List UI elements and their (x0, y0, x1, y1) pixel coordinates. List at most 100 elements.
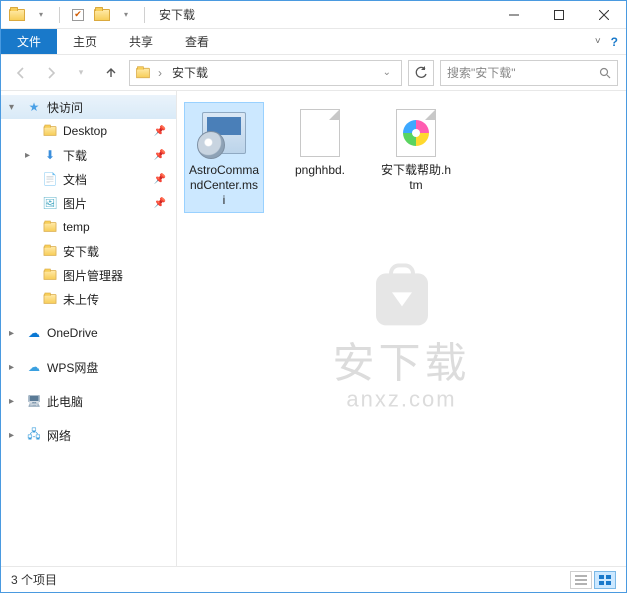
sidebar-item-label: 未上传 (63, 291, 176, 308)
network-icon: 🖧 (25, 426, 43, 444)
document-icon: 📄 (41, 170, 59, 188)
ribbon-tabs: 文件 主页 共享 查看 ˅ ? (1, 29, 626, 55)
up-button[interactable] (99, 61, 123, 85)
folder-icon (41, 290, 59, 308)
file-icon (294, 107, 346, 159)
sidebar-item-label: 文档 (63, 171, 150, 188)
body: ▾ ★ 快访问 Desktop 📌 ▸ ⬇ 下载 📌 📄 文档 📌 (1, 91, 626, 566)
sidebar-item-downloads[interactable]: ▸ ⬇ 下载 📌 (1, 143, 176, 167)
search-icon (599, 67, 611, 79)
sidebar-item-notuploaded[interactable]: 未上传 (1, 287, 176, 311)
status-item-count: 3 个项目 (11, 571, 57, 588)
status-bar: 3 个项目 (1, 566, 626, 592)
file-list[interactable]: 安下载 anxz.com AstroCommandCenter.msi pngh… (177, 91, 626, 566)
sidebar-item-wps[interactable]: ▸ ☁ WPS网盘 (1, 355, 176, 379)
pin-icon: 📌 (154, 174, 176, 185)
properties-checkbox-icon[interactable]: ✔ (68, 5, 88, 25)
navigation-pane[interactable]: ▾ ★ 快访问 Desktop 📌 ▸ ⬇ 下载 📌 📄 文档 📌 (1, 91, 177, 566)
sidebar-item-desktop[interactable]: Desktop 📌 (1, 119, 176, 143)
watermark: 安下载 anxz.com (332, 273, 470, 412)
icons-view-button[interactable] (594, 571, 616, 589)
separator (144, 7, 145, 23)
file-name: AstroCommandCenter.msi (189, 163, 259, 208)
maximize-button[interactable] (536, 1, 581, 29)
title-bar: ▾ ✔ ▾ 安下载 (1, 1, 626, 29)
address-bar[interactable]: › 安下载 ⌄ (129, 60, 402, 86)
sidebar-item-temp[interactable]: temp (1, 215, 176, 239)
recent-dropdown-icon[interactable]: ▾ (69, 61, 93, 85)
breadcrumb[interactable]: 安下载 (168, 64, 212, 81)
pin-icon: 📌 (154, 198, 176, 209)
sidebar-item-documents[interactable]: 📄 文档 📌 (1, 167, 176, 191)
back-button[interactable] (9, 61, 33, 85)
navigation-bar: ▾ › 安下载 ⌄ 搜索"安下载" (1, 55, 626, 91)
folder-icon (41, 218, 59, 236)
separator (59, 7, 60, 23)
msi-icon (198, 107, 250, 159)
star-icon: ★ (25, 98, 43, 116)
tab-share[interactable]: 共享 (113, 29, 169, 54)
search-placeholder: 搜索"安下载" (447, 64, 516, 81)
expand-ribbon-icon[interactable]: ˅ (595, 36, 601, 47)
chevron-right-icon[interactable]: ▸ (9, 328, 21, 339)
folder-icon (92, 5, 112, 25)
pin-icon: 📌 (154, 126, 176, 137)
chevron-right-icon[interactable]: ▸ (9, 362, 21, 373)
view-switcher (570, 571, 616, 589)
watermark-text: 安下载 (332, 329, 470, 390)
file-item[interactable]: AstroCommandCenter.msi (185, 103, 263, 212)
close-button[interactable] (581, 1, 626, 29)
computer-icon: 🖥 (25, 392, 43, 410)
explorer-window: ▾ ✔ ▾ 安下载 文件 主页 共享 查看 ˅ ? (0, 0, 627, 593)
window-title: 安下载 (159, 6, 195, 23)
pin-icon: 📌 (154, 150, 176, 161)
search-input[interactable]: 搜索"安下载" (440, 60, 618, 86)
minimize-button[interactable] (491, 1, 536, 29)
breadcrumb-chevron-icon[interactable]: › (158, 66, 162, 80)
refresh-button[interactable] (408, 60, 434, 86)
sidebar-item-picmanager[interactable]: 图片管理器 (1, 263, 176, 287)
sidebar-item-network[interactable]: ▸ 🖧 网络 (1, 423, 176, 447)
file-item[interactable]: 安下载帮助.htm (377, 103, 455, 197)
sidebar-item-pictures[interactable]: 🖼 图片 📌 (1, 191, 176, 215)
sidebar-item-label: 图片 (63, 195, 150, 212)
chevron-right-icon[interactable]: ▸ (9, 430, 21, 441)
chevron-right-icon[interactable]: ▸ (9, 396, 21, 407)
file-name: pnghhbd. (295, 163, 345, 178)
download-icon: ⬇ (41, 146, 59, 164)
folder-icon (41, 266, 59, 284)
details-view-button[interactable] (570, 571, 592, 589)
help-icon[interactable]: ? (611, 35, 618, 49)
folder-icon (7, 5, 27, 25)
sidebar-item-label: WPS网盘 (47, 359, 176, 376)
sidebar-item-anxiazai[interactable]: 安下载 (1, 239, 176, 263)
folder-icon (134, 64, 152, 82)
qat-more-icon[interactable]: ▾ (116, 5, 136, 25)
sidebar-item-label: 快访问 (47, 99, 176, 116)
sidebar-quick-access[interactable]: ▾ ★ 快访问 (1, 95, 176, 119)
forward-button[interactable] (39, 61, 63, 85)
file-item[interactable]: pnghhbd. (281, 103, 359, 182)
sidebar-item-label: 网络 (47, 427, 176, 444)
folder-icon (41, 242, 59, 260)
sidebar-item-onedrive[interactable]: ▸ ☁ OneDrive (1, 321, 176, 345)
tab-home[interactable]: 主页 (57, 29, 113, 54)
tab-file[interactable]: 文件 (1, 29, 57, 54)
sidebar-item-label: 安下载 (63, 243, 176, 260)
sidebar-item-label: 下载 (63, 147, 150, 164)
sidebar-item-thispc[interactable]: ▸ 🖥 此电脑 (1, 389, 176, 413)
qat-dropdown-icon[interactable]: ▾ (31, 5, 51, 25)
cloud-icon: ☁ (25, 324, 43, 342)
pictures-icon: 🖼 (41, 194, 59, 212)
sidebar-item-label: OneDrive (47, 326, 176, 340)
quick-access-toolbar: ▾ ✔ ▾ 安下载 (1, 5, 201, 25)
chevron-right-icon[interactable]: ▸ (25, 150, 37, 161)
watermark-text: anxz.com (332, 386, 470, 412)
cloud-icon: ☁ (25, 358, 43, 376)
tab-view[interactable]: 查看 (169, 29, 225, 54)
chevron-down-icon[interactable]: ▾ (9, 102, 21, 113)
file-name: 安下载帮助.htm (381, 163, 451, 193)
sidebar-item-label: Desktop (63, 124, 150, 138)
address-dropdown-icon[interactable]: ⌄ (377, 67, 397, 78)
window-controls (491, 1, 626, 29)
